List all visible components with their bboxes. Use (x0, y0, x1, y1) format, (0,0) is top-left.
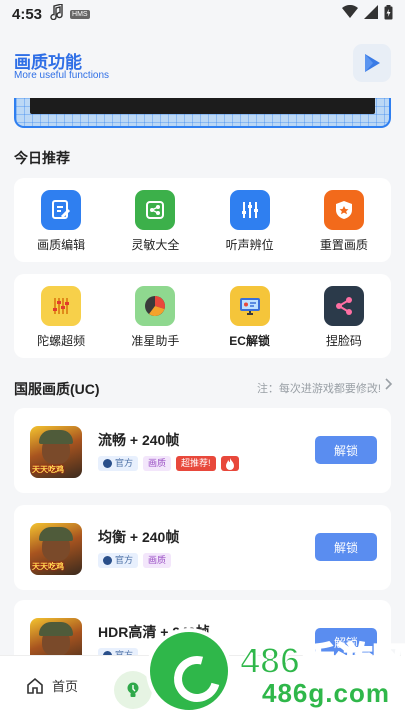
banner-image[interactable] (14, 98, 391, 128)
watermark-text: 486手游网 (239, 639, 405, 682)
share-icon (135, 190, 176, 230)
tool-label: 灵敏大全 (131, 238, 180, 252)
section-title-presets: 国服画质(UC) (14, 381, 100, 397)
tool-reset-quality[interactable]: 重置画质 (304, 190, 384, 253)
tool-sensitivity[interactable]: 灵敏大全 (115, 190, 195, 253)
tag-hot: 超推荐! (176, 456, 216, 471)
hms-badge: HMS (70, 9, 90, 19)
tag-quality: 画质 (143, 553, 172, 568)
battery-icon (384, 4, 393, 24)
app-header: 画质功能 More useful functions (0, 28, 405, 100)
watermark: 486手游网 486g.com (146, 622, 405, 720)
tool-label: 捏脸码 (325, 334, 362, 348)
banner-dark-strip (30, 98, 375, 114)
fire-icon (220, 456, 239, 471)
section-title-today: 今日推荐 (14, 150, 70, 166)
tag-official: 官方 (98, 553, 139, 568)
preset-card[interactable]: 天天吃鸡 流畅 + 240帧 官方 画质 超推荐! 解锁 (14, 408, 391, 493)
pie-chart-icon (135, 286, 176, 326)
signal-icon (364, 5, 378, 23)
game-brand: 天天吃鸡 (32, 562, 64, 571)
tools-card-row1: 画质编辑 灵敏大全 听声辨位 重置画质 (14, 178, 391, 262)
preset-name: 流畅 + 240帧 (98, 432, 180, 448)
game-thumbnail: 天天吃鸡 (30, 523, 82, 575)
chevron-right-icon[interactable] (385, 378, 393, 393)
tool-label: 陀螺超频 (37, 334, 86, 348)
shield-icon (323, 190, 364, 230)
game-brand: 天天吃鸡 (32, 465, 64, 474)
home-icon (27, 677, 43, 694)
tag-quality: 画质 (143, 456, 172, 471)
status-bar: 4:53 HMS (0, 0, 405, 28)
status-time: 4:53 (12, 5, 43, 23)
edit-icon (41, 190, 82, 230)
tool-label: 准星助手 (131, 334, 180, 348)
play-store-button[interactable] (353, 44, 391, 82)
share-nodes-icon (323, 286, 364, 326)
tools-card-row2: 陀螺超频 准星助手 EC解锁 捏脸码 (14, 274, 391, 358)
watermark-url: 486g.com (262, 678, 390, 708)
tool-crosshair[interactable]: 准星助手 (115, 286, 195, 349)
sliders-icon (41, 286, 82, 326)
unlock-button[interactable]: 解锁 (315, 533, 377, 561)
page-subtitle: More useful functions (14, 70, 110, 81)
tool-label: 重置画质 (319, 238, 368, 252)
tool-face-code[interactable]: 捏脸码 (304, 286, 384, 349)
tool-label: 画质编辑 (37, 238, 86, 252)
game-thumbnail: 天天吃鸡 (30, 426, 82, 478)
tool-label: 听声辨位 (225, 238, 274, 252)
preset-card[interactable]: 天天吃鸡 均衡 + 240帧 官方 画质 解锁 (14, 505, 391, 590)
play-icon (365, 54, 380, 72)
tool-quality-edit[interactable]: 画质编辑 (21, 190, 101, 253)
nav-home[interactable]: 首页 (26, 676, 78, 695)
tool-gyro-overclock[interactable]: 陀螺超频 (21, 286, 101, 349)
presets-hint[interactable]: 注：每次进游戏都要修改! (257, 380, 381, 396)
tool-label: EC解锁 (229, 334, 270, 348)
preset-name: 均衡 + 240帧 (98, 529, 180, 545)
monitor-icon (229, 286, 270, 326)
tool-ec-unlock[interactable]: EC解锁 (210, 286, 290, 349)
equalizer-icon (229, 190, 270, 230)
nav-home-label: 首页 (52, 679, 79, 694)
watermark-logo-icon (146, 628, 232, 714)
unlock-button[interactable]: 解锁 (315, 436, 377, 464)
tag-official: 官方 (98, 456, 139, 471)
lightbulb-icon (127, 682, 139, 697)
tool-sound-locate[interactable]: 听声辨位 (210, 190, 290, 253)
wifi-icon (342, 4, 358, 23)
music-note-icon (50, 3, 64, 24)
